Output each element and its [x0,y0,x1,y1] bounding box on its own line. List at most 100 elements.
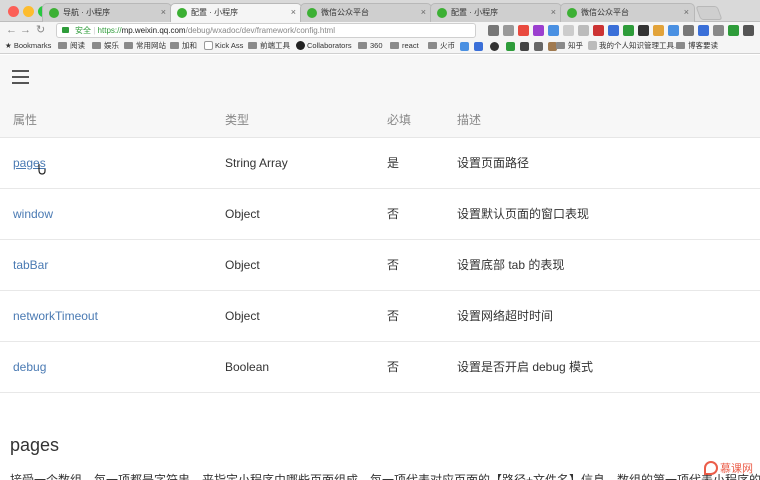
bookmark-folder[interactable]: 博客要读 [676,39,718,53]
config-properties-table: 属性 类型 必填 描述 pages String Array 是 设置页面路径 … [0,103,760,393]
bookmark-folder[interactable]: 阅读 [58,39,85,53]
extension-icon[interactable] [638,25,649,36]
section-heading-pages: pages [10,435,60,455]
tab-label: 微信公众平台 [581,8,629,17]
property-link-tabbar[interactable]: tabBar [13,258,48,272]
bookmark-folder[interactable]: 娱乐 [92,39,119,53]
folder-icon [58,42,67,49]
table-row: networkTimeout Object 否 设置网络超时时间 [0,290,760,342]
reload-icon[interactable]: ↻ [36,23,45,38]
extension-icon[interactable] [698,25,709,36]
browser-tab-5[interactable]: 微信公众平台 × [560,3,695,22]
bookmark-icon[interactable] [534,42,543,51]
tab-label: 导航 · 小程序 [63,8,111,17]
tab-close-icon[interactable]: × [421,4,426,21]
browser-tab-1[interactable]: 导航 · 小程序 × [42,3,172,22]
new-tab-button[interactable] [695,6,723,20]
github-icon [296,41,305,50]
property-link-window[interactable]: window [13,207,53,221]
bookmark-folder[interactable]: 360 [358,39,383,53]
address-bar-row: ← → ↻ 安全 | https://mp.weixin.qq.com/debu… [0,22,760,39]
bookmark-icon[interactable] [506,42,515,51]
extension-icon[interactable] [713,25,724,36]
tab-close-icon[interactable]: × [551,4,556,21]
url-input[interactable]: 安全 | https://mp.weixin.qq.com/debug/wxad… [56,23,476,38]
bookmark-folder[interactable]: 加和 [170,39,197,53]
bookmark-link[interactable]: 我的个人知识管理工具... [588,39,680,53]
menu-icon[interactable] [12,70,29,84]
extension-icon[interactable] [548,25,559,36]
secure-label: 安全 [75,26,91,35]
table-header-row: 属性 类型 必填 描述 [0,103,760,138]
extension-icon[interactable] [518,25,529,36]
tab-close-icon[interactable]: × [161,4,166,21]
extension-icon[interactable] [563,25,574,36]
tab-label: 配置 · 小程序 [451,8,499,17]
extension-icon[interactable] [503,25,514,36]
extension-icon[interactable] [533,25,544,36]
extension-icon[interactable] [623,25,634,36]
property-required: 否 [387,239,457,291]
bookmark-folder[interactable]: react [390,39,419,53]
folder-icon [676,42,685,49]
extension-icon[interactable] [593,25,604,36]
tab-label: 微信公众平台 [321,8,369,17]
hand-cursor-icon [38,164,46,175]
property-description: 设置底部 tab 的表现 [457,239,760,291]
wechat-favicon-icon [567,8,577,18]
browser-tab-3[interactable]: 微信公众平台 × [300,3,432,22]
window-close-button[interactable] [8,6,19,17]
bookmark-icon[interactable] [520,42,529,51]
bookmark-folder[interactable]: 知乎 [556,39,583,53]
column-header-type: 类型 [225,103,387,138]
folder-icon [170,42,179,49]
property-required: 否 [387,188,457,240]
bookmark-folder[interactable]: 常用网站 [124,39,166,53]
folder-icon [556,42,565,49]
table-row: tabBar Object 否 设置底部 tab 的表现 [0,239,760,291]
table-row: pages String Array 是 设置页面路径 [0,137,760,189]
wechat-favicon-icon [49,8,59,18]
bookmark-icon[interactable] [490,42,499,51]
back-arrow-icon[interactable]: ← [6,23,17,38]
extension-icon[interactable] [683,25,694,36]
bookmark-icon[interactable] [460,42,469,51]
property-link-networktimeout[interactable]: networkTimeout [13,309,98,323]
lock-icon [62,27,69,33]
docs-top-bar [0,55,760,103]
table-row: debug Boolean 否 设置是否开启 debug 模式 [0,341,760,393]
extension-icon[interactable] [668,25,679,36]
property-required: 否 [387,290,457,342]
extension-icon[interactable] [653,25,664,36]
docs-page: 属性 类型 必填 描述 pages String Array 是 设置页面路径 … [0,55,760,480]
property-type: Object [225,188,387,240]
tab-close-icon[interactable]: × [291,4,296,21]
property-link-debug[interactable]: debug [13,360,46,374]
window-minimize-button[interactable] [23,6,34,17]
extension-icon[interactable] [608,25,619,36]
browser-tab-4[interactable]: 配置 · 小程序 × [430,3,562,22]
extension-icon[interactable] [728,25,739,36]
tab-close-icon[interactable]: × [684,4,689,21]
extension-icon[interactable] [743,25,754,36]
bookmark-folder[interactable]: 前端工具 [248,39,290,53]
extension-icon[interactable] [488,25,499,36]
folder-icon [124,42,133,49]
property-required: 否 [387,341,457,393]
wechat-favicon-icon [437,8,447,18]
bookmarks-bar: ★ Bookmarks 阅读 娱乐 常用网站 加和 Kick Ass 前端工具 … [0,39,760,54]
bookmark-link[interactable]: Kick Ass [204,39,243,53]
bookmark-folder[interactable]: 火币 [428,39,455,53]
bookmark-icon[interactable] [474,42,483,51]
folder-icon [92,42,101,49]
bookmark-link[interactable]: Collaborators [296,39,352,53]
tab-label: 配置 · 小程序 [191,8,239,17]
watermark: 慕课网 [704,460,753,476]
browser-tab-2[interactable]: 配置 · 小程序 × [170,3,302,22]
page-icon [204,41,213,50]
extension-icon[interactable] [578,25,589,36]
property-description: 设置页面路径 [457,137,760,189]
bookmarks-menu[interactable]: ★ Bookmarks [5,39,51,53]
forward-arrow-icon[interactable]: → [20,23,31,38]
property-required: 是 [387,137,457,189]
